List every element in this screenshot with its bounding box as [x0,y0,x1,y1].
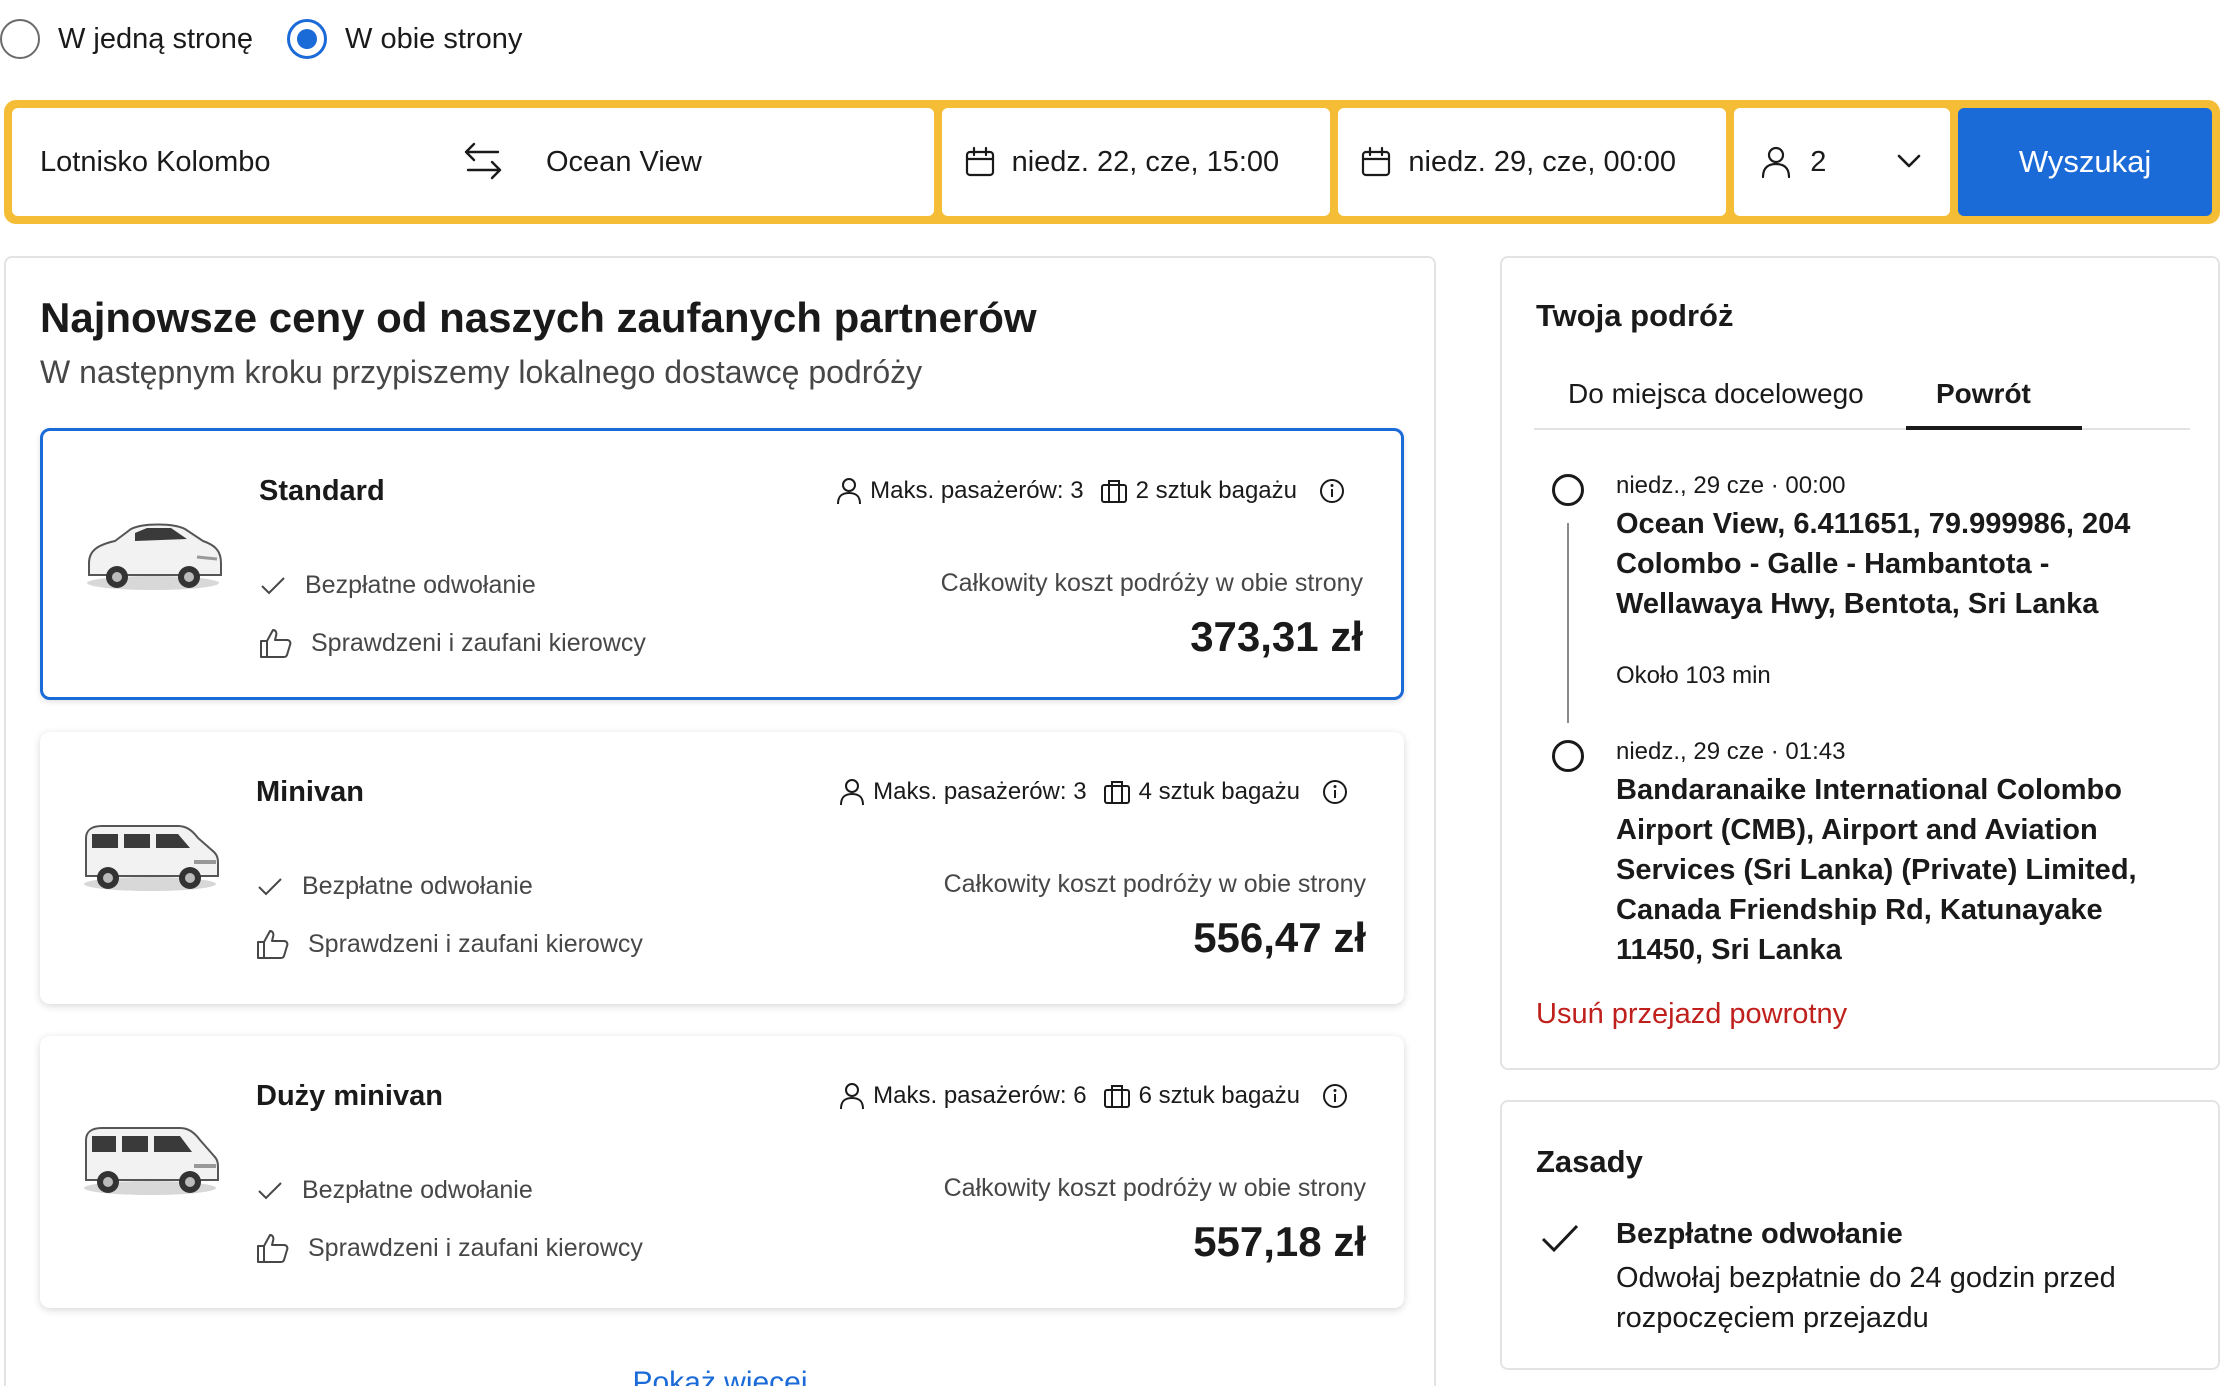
max-passengers: Maks. pasażerów: 3 [870,477,1084,504]
minivan-icon [84,825,219,891]
feature-trusted-drivers: Sprawdzeni i zaufani kierowcy [256,1232,643,1264]
luggage-icon [1103,781,1130,804]
search-button[interactable]: Wyszukaj [1958,108,2212,216]
person-icon [840,779,865,806]
chevron-down-icon [1897,154,1921,168]
trip-tabs: Do miejsca docelowego Powrót [1534,368,2190,430]
trip-type-selector: W jedną stronę W obie strony [0,14,556,64]
person-icon [1762,146,1791,179]
feature-free-cancellation: Bezpłatne odwołanie [259,571,536,600]
timeline-end-dot [1552,740,1584,772]
max-passengers: Maks. pasażerów: 3 [873,778,1087,805]
price-value: 373,31 zł [1190,613,1363,660]
luggage-icon [1100,480,1127,503]
one-way-option[interactable]: W jedną stronę [0,19,253,59]
check-icon [1541,1224,1579,1253]
thumbs-up-icon [257,1234,289,1263]
check-icon [261,576,285,594]
vehicle-card-large-minivan[interactable]: Duży minivan Maks. pasażerów: 6 6 sztuk … [40,1036,1404,1308]
sedan-icon [87,523,222,590]
pickup-date-value: niedz. 22, cze, 15:00 [1011,145,1280,178]
vehicle-card-standard[interactable]: Standard Maks. pasażerów: 3 2 sztuk baga… [40,428,1404,700]
trip-title: Twoja podróż [1536,298,1734,333]
one-way-label: W jedną stronę [58,22,254,55]
max-passengers: Maks. pasażerów: 6 [873,1082,1087,1109]
tab-outbound[interactable]: Do miejsca docelowego [1568,378,1864,410]
timeline-line [1567,523,1569,723]
price-label: Całkowity koszt podróży w obie strony [943,1174,1366,1202]
feature-label: Sprawdzeni i zaufani kierowcy [311,628,646,657]
price-value: 556,47 zł [1193,914,1366,961]
swap-locations-icon[interactable] [460,138,506,184]
large-minivan-icon [84,1127,219,1195]
active-tab-indicator [1906,426,2082,430]
one-way-radio[interactable] [0,19,40,59]
person-icon [837,478,862,505]
results-subtitle: W następnym kroku przypiszemy lokalnego … [40,354,923,390]
results-panel: Najnowsze ceny od naszych zaufanych part… [4,256,1436,1386]
rules-panel: Zasady Bezpłatne odwołanie Odwołaj bezpł… [1500,1100,2220,1370]
stop1-time: niedz., 29 cze · 00:00 [1616,472,1846,499]
price-label: Całkowity koszt podróży w obie strony [940,569,1363,597]
to-location-input[interactable]: Ocean View [546,146,702,179]
vehicle-capacity: Maks. pasażerów: 3 4 sztuk bagażu [839,778,1356,806]
info-icon[interactable] [1322,1083,1348,1109]
check-icon [258,877,282,895]
calendar-icon [1362,146,1391,177]
feature-trusted-drivers: Sprawdzeni i zaufani kierowcy [259,627,646,659]
trip-duration: Około 103 min [1616,662,1771,689]
return-date-value: niedz. 29, cze, 00:00 [1408,145,1677,178]
check-icon [258,1181,282,1199]
timeline-start-dot [1552,474,1584,506]
stop2-address: Bandaranaike International Colombo Airpo… [1616,774,2137,966]
feature-label: Bezpłatne odwołanie [302,1176,533,1204]
rule-title: Bezpłatne odwołanie [1616,1218,1903,1250]
round-trip-option[interactable]: W obie strony [287,19,522,59]
person-icon [840,1083,865,1110]
vehicle-card-minivan[interactable]: Minivan Maks. pasażerów: 3 4 sztuk bagaż… [40,732,1404,1004]
route-field: Lotnisko Kolombo Ocean View [12,108,934,216]
info-icon[interactable] [1322,779,1348,805]
passengers-value: 2 [1810,145,1827,178]
rule-description: Odwołaj bezpłatnie do 24 godzin przed ro… [1616,1262,2116,1334]
return-date-field[interactable]: niedz. 29, cze, 00:00 [1338,108,1727,216]
search-bar: Lotnisko Kolombo Ocean View niedz. 22, c… [4,100,2220,224]
passengers-select[interactable]: 2 [1734,108,1951,216]
luggage-count: 6 sztuk bagażu [1138,1082,1300,1109]
vehicle-name: Minivan [256,776,364,808]
luggage-count: 4 sztuk bagażu [1138,778,1300,805]
round-trip-label: W obie strony [345,22,523,55]
luggage-count: 2 sztuk bagażu [1135,477,1297,504]
feature-trusted-drivers: Sprawdzeni i zaufani kierowcy [256,928,643,960]
feature-label: Bezpłatne odwołanie [302,872,533,900]
stop1-address: Ocean View, 6.411651, 79.999986, 204 Col… [1616,508,2131,620]
feature-label: Bezpłatne odwołanie [305,571,536,599]
show-more-link[interactable]: Pokaż więcej [6,1366,1434,1386]
remove-return-link[interactable]: Usuń przejazd powrotny [1536,998,1847,1031]
vehicle-capacity: Maks. pasażerów: 6 6 sztuk bagażu [839,1082,1356,1110]
pickup-date-field[interactable]: niedz. 22, cze, 15:00 [941,108,1331,216]
thumbs-up-icon [260,629,292,658]
vehicle-capacity: Maks. pasażerów: 3 2 sztuk bagażu [836,477,1353,505]
rules-title: Zasady [1536,1144,1643,1179]
luggage-icon [1103,1085,1130,1108]
round-trip-radio[interactable] [287,19,328,59]
vehicle-name: Standard [259,475,385,507]
info-icon[interactable] [1319,478,1345,504]
feature-free-cancellation: Bezpłatne odwołanie [256,872,533,901]
price-label: Całkowity koszt podróży w obie strony [943,870,1366,898]
results-title: Najnowsze ceny od naszych zaufanych part… [40,294,1037,341]
stop2-time: niedz., 29 cze · 01:43 [1616,738,1846,765]
tab-return[interactable]: Powrót [1936,378,2031,410]
price-value: 557,18 zł [1193,1218,1366,1265]
feature-label: Sprawdzeni i zaufani kierowcy [308,929,643,958]
vehicle-name: Duży minivan [256,1080,443,1112]
from-location-input[interactable]: Lotnisko Kolombo [40,146,271,179]
calendar-icon [965,146,994,177]
trip-summary-panel: Twoja podróż Do miejsca docelowego Powró… [1500,256,2220,1070]
feature-label: Sprawdzeni i zaufani kierowcy [308,1233,643,1262]
thumbs-up-icon [257,930,289,959]
feature-free-cancellation: Bezpłatne odwołanie [256,1176,533,1205]
